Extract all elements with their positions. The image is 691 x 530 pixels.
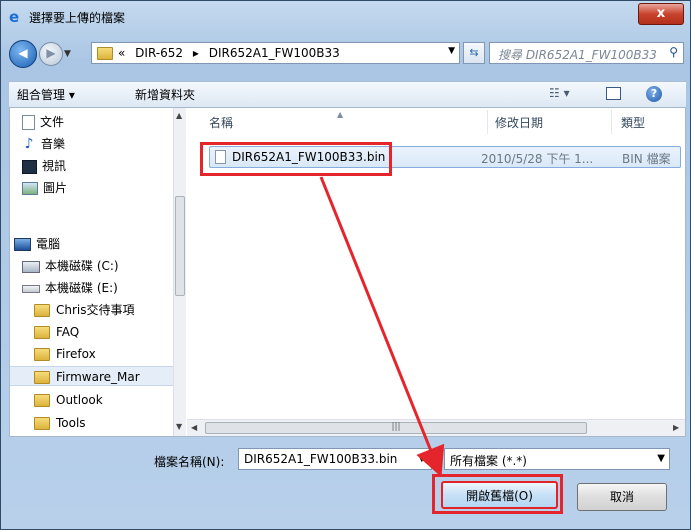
- video-icon: [22, 159, 37, 174]
- nav-item-label: 圖片: [43, 181, 68, 195]
- ie-logo-icon: e: [9, 8, 20, 26]
- nav-item-folder[interactable]: Chris交待事項: [34, 300, 135, 320]
- filename-input[interactable]: DIR652A1_FW100B33.bin: [238, 448, 432, 470]
- drive-icon: [22, 284, 40, 293]
- nav-item-folder[interactable]: Firefox: [34, 344, 96, 364]
- folder-icon: [34, 304, 50, 317]
- file-date: 2010/5/28 下午 1...: [481, 152, 594, 166]
- nav-item-label: Firmware_Mar: [56, 370, 140, 384]
- address-box[interactable]: « DIR-652 ▸ DIR652A1_FW100B33 ▼: [91, 42, 460, 64]
- breadcrumb-item[interactable]: DIR652A1_FW100B33: [209, 46, 340, 60]
- music-icon: ♪: [24, 136, 34, 152]
- column-header-date[interactable]: 修改日期: [495, 114, 543, 131]
- column-header-type[interactable]: 類型: [621, 114, 645, 131]
- search-icon[interactable]: ⚲: [669, 45, 678, 59]
- breadcrumb: « DIR-652 ▸ DIR652A1_FW100B33: [118, 46, 346, 60]
- nav-item-label: 音樂: [41, 137, 66, 151]
- scroll-thumb[interactable]: |||: [205, 422, 587, 434]
- filetype-select[interactable]: 所有檔案 (*.*) ▼: [444, 448, 670, 470]
- folder-icon: [34, 371, 50, 384]
- scroll-left-icon[interactable]: ◀: [191, 423, 197, 432]
- nav-item-label: 本機磁碟 (C:): [45, 259, 119, 273]
- view-options-button[interactable]: ☷ ▾: [549, 86, 570, 100]
- scroll-up-icon[interactable]: ▲: [176, 111, 182, 120]
- filename-dropdown-icon[interactable]: ▼: [418, 453, 426, 464]
- highlight-box-file: [200, 142, 392, 176]
- refresh-button[interactable]: ⇆: [463, 42, 485, 64]
- nav-item-folder[interactable]: Tools: [34, 413, 86, 433]
- nav-item-drive-e[interactable]: 本機磁碟 (E:): [22, 278, 118, 298]
- address-bar-row: ◀ ▶ ▼ « DIR-652 ▸ DIR652A1_FW100B33 ▼ ⇆ …: [1, 36, 690, 70]
- dialog-title: 選擇要上傳的檔案: [29, 11, 126, 25]
- breadcrumb-item[interactable]: DIR-652: [135, 46, 183, 60]
- computer-icon: [14, 238, 31, 251]
- highlight-box-open: [432, 474, 563, 514]
- folder-icon: [34, 394, 50, 407]
- nav-item-label: 本機磁碟 (E:): [45, 281, 118, 295]
- nav-item-folder[interactable]: Outlook: [34, 390, 103, 410]
- file-open-dialog: e 選擇要上傳的檔案 x ◀ ▶ ▼ « DIR-652 ▸ DIR652A1_…: [0, 0, 691, 530]
- folder-icon: [34, 417, 50, 430]
- drive-icon: [22, 260, 40, 273]
- nav-item-pictures[interactable]: 圖片: [22, 178, 67, 198]
- close-button[interactable]: x: [638, 3, 684, 25]
- nav-item-videos[interactable]: 視訊: [22, 156, 66, 176]
- column-header-name[interactable]: 名稱: [209, 114, 233, 131]
- filename-value: DIR652A1_FW100B33.bin: [244, 452, 398, 466]
- column-divider[interactable]: [487, 110, 488, 134]
- nav-item-label: 電腦: [36, 237, 61, 251]
- navigation-pane: 文件 ♪ 音樂 視訊 圖片 電腦 本機磁碟 (C:) 本機磁碟 (E:) Chri…: [10, 108, 186, 436]
- command-toolbar: 組合管理 ▾ 新增資料夾 ☷ ▾ ?: [9, 81, 686, 107]
- scroll-thumb[interactable]: [175, 196, 185, 296]
- forward-button[interactable]: ▶: [39, 42, 63, 66]
- scroll-right-icon[interactable]: ▶: [673, 423, 679, 432]
- folder-icon: [97, 47, 113, 60]
- nav-item-label: Firefox: [56, 347, 96, 361]
- nav-item-label: Tools: [56, 416, 86, 430]
- nav-item-computer[interactable]: 電腦: [14, 234, 60, 254]
- folder-icon: [34, 348, 50, 361]
- chevron-down-icon[interactable]: ▼: [657, 453, 665, 464]
- title-bar: e 選擇要上傳的檔案 x: [1, 1, 690, 33]
- sort-indicator-icon: ▲: [337, 110, 344, 119]
- preview-pane-icon[interactable]: [606, 87, 621, 100]
- nav-item-label: Outlook: [56, 393, 103, 407]
- organize-button[interactable]: 組合管理 ▾: [17, 86, 75, 103]
- picture-icon: [22, 182, 38, 195]
- new-folder-button[interactable]: 新增資料夾: [135, 86, 195, 103]
- filetype-value: 所有檔案 (*.*): [450, 454, 527, 468]
- search-input[interactable]: 搜尋 DIR652A1_FW100B33 ⚲: [489, 42, 684, 64]
- nav-item-folder-selected[interactable]: Firmware_Mar: [10, 366, 173, 386]
- help-icon[interactable]: ?: [646, 86, 662, 102]
- scroll-down-icon[interactable]: ▼: [176, 422, 182, 431]
- horizontal-scrollbar[interactable]: ◀ ||| ▶: [187, 419, 685, 436]
- nav-item-label: Chris交待事項: [56, 303, 135, 317]
- filename-label: 檔案名稱(N):: [154, 455, 225, 469]
- back-button[interactable]: ◀: [9, 40, 37, 68]
- nav-item-label: 文件: [40, 115, 65, 129]
- nav-item-documents[interactable]: 文件: [22, 112, 64, 132]
- breadcrumb-separator[interactable]: ▸: [193, 46, 199, 60]
- cancel-button[interactable]: 取消: [577, 483, 667, 511]
- folder-icon: [34, 326, 50, 339]
- nav-item-drive-c[interactable]: 本機磁碟 (C:): [22, 256, 119, 276]
- history-dropdown-icon[interactable]: ▼: [64, 49, 71, 59]
- navigation-scrollbar[interactable]: ▲ ▼: [173, 108, 186, 436]
- nav-item-label: FAQ: [56, 325, 80, 339]
- nav-item-music[interactable]: ♪ 音樂: [22, 134, 65, 154]
- search-placeholder: 搜尋 DIR652A1_FW100B33: [498, 48, 657, 62]
- column-divider[interactable]: [611, 110, 612, 134]
- breadcrumb-overflow[interactable]: «: [118, 46, 125, 60]
- nav-item-folder[interactable]: FAQ: [34, 322, 79, 342]
- address-dropdown-icon[interactable]: ▼: [448, 46, 455, 56]
- document-icon: [22, 115, 35, 130]
- file-type: BIN 檔案: [622, 152, 671, 166]
- nav-item-label: 視訊: [42, 159, 67, 173]
